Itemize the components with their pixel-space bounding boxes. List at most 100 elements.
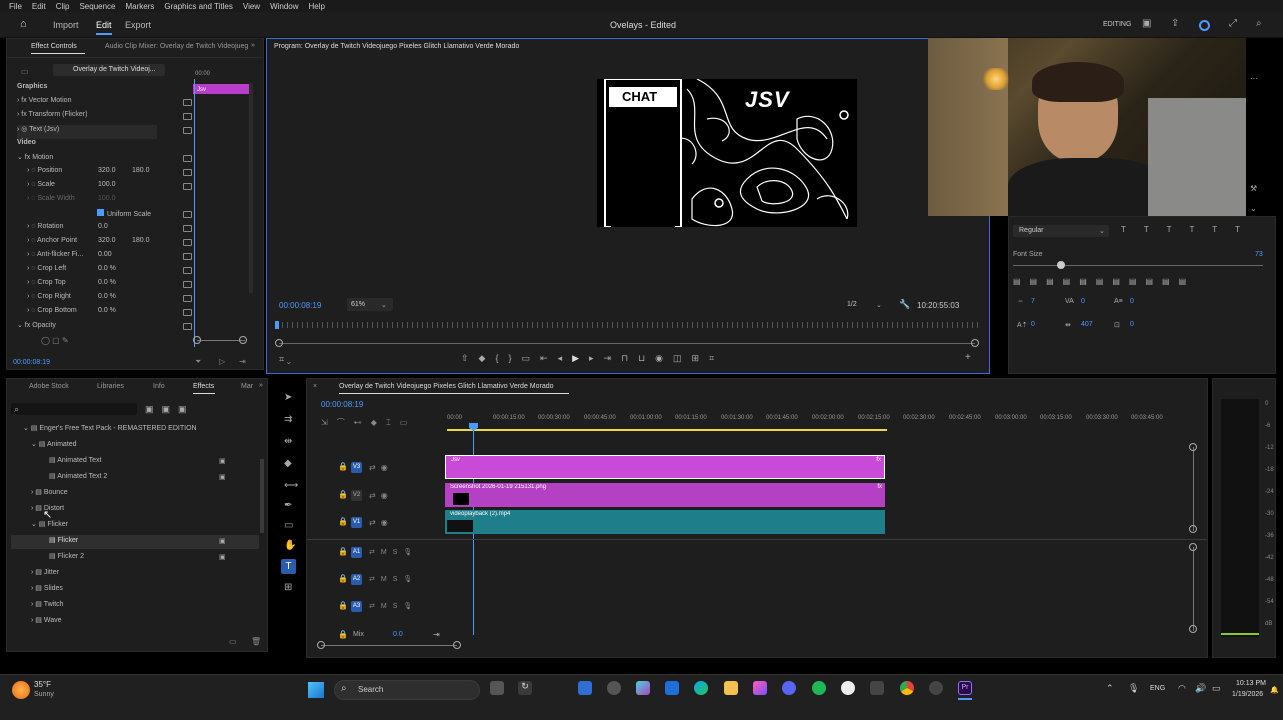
app-icon[interactable] bbox=[870, 681, 884, 695]
tree-folder-twitch[interactable]: › ▤ Twitch bbox=[31, 600, 64, 614]
copilot-icon[interactable]: ↻ bbox=[518, 681, 532, 695]
step-forward-icon[interactable]: ▸ bbox=[589, 353, 594, 365]
menu-help[interactable]: Help bbox=[304, 2, 330, 11]
notification-bell-icon[interactable]: 🔔 bbox=[1270, 686, 1279, 694]
track-target-v2[interactable]: V2 bbox=[351, 490, 362, 501]
tray-chevron-icon[interactable]: ⌃ bbox=[1106, 683, 1114, 694]
tab-width-value[interactable]: 0 bbox=[1130, 321, 1134, 328]
safe-margins-icon[interactable]: ⌗ bbox=[709, 353, 714, 365]
filter-icon[interactable]: ⏷ bbox=[195, 357, 201, 367]
program-title[interactable]: Program: Overlay de Twitch Videojuego Pi… bbox=[274, 43, 519, 50]
mark-in-icon[interactable]: { bbox=[495, 353, 498, 365]
anchor-y[interactable]: 180.0 bbox=[132, 237, 150, 251]
work-area-bar[interactable] bbox=[447, 429, 887, 431]
tree-folder-bounce[interactable]: › ▤ Bounce bbox=[31, 488, 68, 502]
trash-icon[interactable]: 🗑 bbox=[251, 637, 261, 646]
fx-motion[interactable]: ⌄ fx Motion bbox=[17, 153, 53, 167]
lock-icon[interactable]: 🔒 bbox=[338, 517, 348, 526]
fullscreen-icon[interactable]: ⤢ bbox=[1229, 18, 1237, 29]
type-tool-icon[interactable]: T bbox=[281, 559, 296, 574]
jsv-logo[interactable]: JSV bbox=[745, 87, 790, 113]
add-button-icon[interactable]: + bbox=[965, 352, 971, 363]
mark-out-icon[interactable]: } bbox=[508, 353, 511, 365]
panel-menu-icon[interactable]: ⋯ bbox=[1250, 74, 1258, 83]
lift-clip-icon[interactable]: ⊓ bbox=[621, 353, 628, 365]
reset-icon[interactable] bbox=[183, 225, 192, 232]
rotation-value[interactable]: 0.0 bbox=[98, 223, 108, 237]
tree-preset-animated-text[interactable]: ▤ Animated Text bbox=[49, 456, 101, 470]
sequence-tab[interactable]: Overlay de Twitch Videojuego Pixeles Gli… bbox=[339, 383, 554, 390]
spotify-icon[interactable] bbox=[812, 681, 826, 695]
lock-icon[interactable]: 🔒 bbox=[338, 547, 348, 556]
workspace-label[interactable]: EDITING bbox=[1103, 21, 1131, 28]
export-frame-icon[interactable]: ◉ bbox=[655, 353, 663, 365]
menu-markers[interactable]: Markers bbox=[121, 2, 160, 11]
volume-icon[interactable]: 🔊 bbox=[1195, 683, 1206, 694]
track-target-a1[interactable]: A1 bbox=[351, 547, 362, 558]
app-icon[interactable] bbox=[753, 681, 767, 695]
premiere-pro-icon[interactable]: Pr bbox=[958, 681, 972, 695]
clip-v1[interactable]: videoplayback (2).mp4 bbox=[445, 510, 885, 534]
reset-icon[interactable] bbox=[183, 127, 192, 134]
a-scroll-top[interactable] bbox=[1189, 543, 1197, 551]
hand-tool-icon[interactable]: ✋ bbox=[284, 540, 296, 551]
track-select-tool-icon[interactable]: ⇉ bbox=[284, 414, 292, 425]
zoom-handle-right[interactable] bbox=[239, 336, 247, 344]
pen-tool-icon[interactable]: ✒ bbox=[284, 500, 292, 511]
taskbar-search-input[interactable] bbox=[334, 680, 480, 700]
zoom-handle-left[interactable] bbox=[193, 336, 201, 344]
copilot-app-icon[interactable] bbox=[636, 681, 650, 695]
wifi-icon[interactable]: ◠ bbox=[1178, 683, 1186, 694]
tab-libraries[interactable]: Libraries bbox=[97, 383, 124, 390]
lock-icon[interactable]: 🔒 bbox=[338, 574, 348, 583]
effects-scrollbar[interactable] bbox=[260, 459, 264, 533]
file-explorer-icon[interactable] bbox=[724, 681, 738, 695]
task-view-icon[interactable] bbox=[490, 681, 504, 695]
program-zoom-right[interactable] bbox=[971, 339, 979, 347]
align-icons[interactable]: ▤▤▤▤▤▤▤▤▤▤▤ bbox=[1013, 277, 1195, 286]
tree-folder-root[interactable]: ⌄ ▤ Enger's Free Text Pack - REMASTERED … bbox=[23, 424, 197, 438]
font-size-slider-handle[interactable] bbox=[1057, 261, 1065, 269]
reset-icon[interactable] bbox=[183, 267, 192, 274]
reset-icon[interactable] bbox=[183, 155, 192, 162]
track-target-a3[interactable]: A3 bbox=[351, 601, 362, 612]
menu-clip[interactable]: Clip bbox=[51, 2, 75, 11]
microphone-icon[interactable]: 🎙 bbox=[1128, 683, 1139, 694]
mini-playhead[interactable] bbox=[194, 79, 195, 347]
track-v3-controls-icons[interactable]: ⇄◉ bbox=[369, 463, 393, 472]
chrome-icon[interactable] bbox=[900, 681, 914, 695]
ec-timecode[interactable]: 00:00:08:19 bbox=[13, 359, 50, 366]
step-back-icon[interactable]: ◂ bbox=[558, 353, 563, 365]
selection-tool-icon[interactable]: ➤ bbox=[284, 392, 292, 403]
track-target-v3[interactable]: V3 bbox=[351, 462, 362, 473]
track-target-a2[interactable]: A2 bbox=[351, 574, 362, 585]
font-size-value[interactable]: 73 bbox=[1255, 251, 1263, 258]
clear-icon[interactable]: ▭ bbox=[522, 353, 531, 365]
position-y[interactable]: 180.0 bbox=[132, 167, 150, 181]
clock-time[interactable]: 10:13 PM bbox=[1236, 680, 1266, 687]
obs-icon[interactable] bbox=[841, 681, 855, 695]
fx-text-jsv[interactable]: › ◎ Text (Jsv) bbox=[17, 125, 157, 139]
tree-folder-wave[interactable]: › ▤ Wave bbox=[31, 616, 61, 630]
reset-icon[interactable] bbox=[183, 183, 192, 190]
edge-icon[interactable] bbox=[694, 681, 708, 695]
track-target-v1[interactable]: V1 bbox=[351, 517, 362, 528]
anchor-x[interactable]: 320.0 bbox=[98, 237, 116, 251]
font-size-slider[interactable] bbox=[1013, 265, 1263, 266]
discord-icon[interactable] bbox=[782, 681, 796, 695]
track-a1-controls-icons[interactable]: ⇄MS🎙 bbox=[369, 548, 418, 556]
time-ruler[interactable]: 00:00 00:00:15:00 00:00:30:00 00:00:45:00 00… bbox=[447, 415, 1197, 427]
ripple-edit-tool-icon[interactable]: ⇹ bbox=[284, 436, 292, 447]
more-panels-icon[interactable]: » bbox=[259, 382, 263, 389]
settings-wrench-icon[interactable]: 🔧 bbox=[899, 299, 910, 310]
text-style-icons[interactable]: T T T T T T bbox=[1121, 225, 1248, 234]
menu-view[interactable]: View bbox=[238, 2, 265, 11]
reset-icon[interactable] bbox=[183, 239, 192, 246]
fx-transform[interactable]: › fx Transform (Flicker) bbox=[17, 111, 87, 125]
app-icon[interactable] bbox=[929, 681, 943, 695]
lock-icon[interactable]: 🔒 bbox=[338, 490, 348, 499]
menu-graphics[interactable]: Graphics and Titles bbox=[159, 2, 237, 11]
razor-tool-icon[interactable]: ◆ bbox=[284, 458, 292, 469]
reset-icon[interactable] bbox=[183, 295, 192, 302]
clip-v3[interactable]: Jsv fx bbox=[445, 455, 885, 479]
